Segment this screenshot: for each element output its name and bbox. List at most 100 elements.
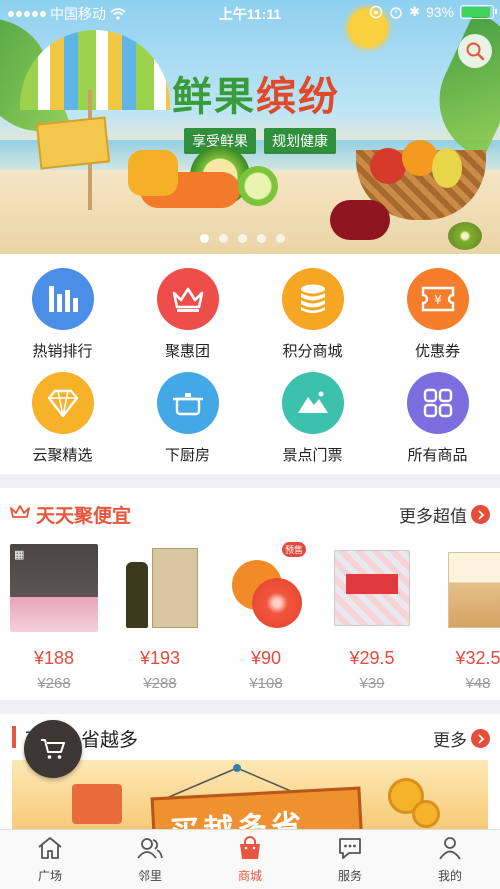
candy-bag-icon xyxy=(328,544,416,632)
tab-label: 商城 xyxy=(237,869,262,883)
deals-more-link[interactable]: 更多超值 xyxy=(399,502,490,527)
tab-label: 广场 xyxy=(37,869,62,883)
people-icon xyxy=(137,838,163,859)
chat-bubble-icon xyxy=(339,838,361,859)
battery-percent: 93% xyxy=(425,4,454,20)
banner-title-part2: 缤纷 xyxy=(256,75,340,119)
buy-more-banner[interactable]: 买越多省 xyxy=(12,760,488,834)
product-original-price: ¥48 xyxy=(465,675,491,692)
flower-box-icon: ▦ xyxy=(10,544,98,632)
chevron-right-icon xyxy=(471,729,490,748)
coupon-icon: ¥ xyxy=(421,286,454,312)
tab-plaza[interactable]: 广场 xyxy=(0,830,100,889)
floating-cart-button[interactable] xyxy=(24,720,82,778)
deals-header: 天天聚便宜 更多超值 xyxy=(0,488,500,536)
home-icon xyxy=(38,837,62,859)
crown-icon xyxy=(172,287,203,312)
status-bar: 中国移动 上午11:11 ✱ 93% xyxy=(0,0,500,24)
tab-label: 服务 xyxy=(337,869,362,883)
product-brand-mark: ▦ xyxy=(14,549,25,561)
category-group-deal[interactable]: 聚惠团 xyxy=(125,268,250,361)
category-grid: 热销排行 聚惠团 积分商城 ¥ 优惠券 云聚精选 下厨房 景点门票 所有商品 xyxy=(0,254,500,474)
diamond-icon xyxy=(47,389,78,418)
palm-leaf-right xyxy=(419,11,500,159)
kiwi-image xyxy=(448,222,482,250)
pear-image xyxy=(432,148,462,188)
category-label: 下厨房 xyxy=(164,447,210,464)
category-hot-sales[interactable]: 热销排行 xyxy=(0,268,125,361)
mango-image xyxy=(128,150,178,196)
coin-stack-icon xyxy=(300,284,325,313)
deals-title: 天天聚便宜 xyxy=(36,506,132,527)
mountain-icon xyxy=(297,391,328,413)
grid-icon xyxy=(423,388,452,418)
grapefruit-icon: 预售 xyxy=(222,542,310,632)
cereal-box-icon xyxy=(434,544,500,632)
shopping-bag-icon xyxy=(240,836,260,859)
pager-dot[interactable] xyxy=(238,234,247,243)
product-card[interactable]: ¥193 ¥288 xyxy=(110,544,210,692)
product-card[interactable]: ¥29.5 ¥39 xyxy=(322,544,422,692)
category-label: 优惠券 xyxy=(414,343,460,360)
product-original-price: ¥268 xyxy=(37,675,71,692)
category-label: 积分商城 xyxy=(282,343,343,360)
promo-banner[interactable]: 鲜果缤纷 享受鲜果 规划健康 xyxy=(0,0,500,254)
cherries-image xyxy=(330,200,390,240)
svg-text:¥: ¥ xyxy=(434,293,442,307)
product-card[interactable]: ▦ ¥188 ¥268 xyxy=(4,544,104,692)
pager-dot[interactable] xyxy=(200,234,209,243)
person-icon xyxy=(439,837,461,860)
oil-bottle-icon xyxy=(116,544,204,632)
tab-label: 我的 xyxy=(437,869,462,883)
product-original-price: ¥288 xyxy=(143,675,177,692)
apple-image xyxy=(370,148,406,184)
pager-dot[interactable] xyxy=(257,234,266,243)
chevron-right-icon xyxy=(471,505,490,524)
product-card[interactable]: 预售 ¥90 ¥108 xyxy=(216,542,316,692)
beach-sign-image xyxy=(35,116,111,170)
tab-mall[interactable]: 商城 xyxy=(200,830,300,889)
bar-chart-icon xyxy=(48,286,78,312)
pager-dot[interactable] xyxy=(276,234,285,243)
category-label: 云聚精选 xyxy=(32,447,93,464)
banner-title-part1: 鲜果 xyxy=(172,75,256,119)
category-all-products[interactable]: 所有商品 xyxy=(375,372,500,465)
category-tickets[interactable]: 景点门票 xyxy=(250,372,375,465)
search-button[interactable] xyxy=(458,34,492,68)
product-price: ¥193 xyxy=(139,648,181,668)
product-original-price: ¥108 xyxy=(249,675,283,692)
category-kitchen[interactable]: 下厨房 xyxy=(125,372,250,465)
banner-tag-2: 规划健康 xyxy=(264,128,336,154)
product-price: ¥32.5 xyxy=(455,648,500,668)
pot-icon xyxy=(172,393,203,416)
category-label: 景点门票 xyxy=(282,447,343,464)
banner-pager[interactable] xyxy=(200,234,285,243)
pager-dot[interactable] xyxy=(219,234,228,243)
daily-deals-section: 天天聚便宜 更多超值 ▦ ¥188 ¥268 ¥193 ¥288 预售 ¥90 … xyxy=(0,488,500,700)
buy-more-banner-text: 买越多省 xyxy=(168,809,307,834)
battery-icon xyxy=(460,5,497,19)
category-featured[interactable]: 云聚精选 xyxy=(0,372,125,465)
product-price: ¥29.5 xyxy=(349,648,395,668)
product-card[interactable]: ¥32.5 ¥48 xyxy=(428,544,500,692)
presale-badge: 预售 xyxy=(281,542,306,557)
tab-services[interactable]: 服务 xyxy=(300,830,400,889)
tab-neighbors[interactable]: 邻里 xyxy=(100,830,200,889)
search-icon xyxy=(466,42,485,61)
buy-more-link[interactable]: 更多 xyxy=(433,726,490,751)
section-accent-bar xyxy=(12,726,16,748)
alarm-icon xyxy=(390,7,402,19)
category-label: 所有商品 xyxy=(407,447,468,464)
product-original-price: ¥39 xyxy=(359,675,385,692)
category-coupons[interactable]: ¥ 优惠券 xyxy=(375,268,500,361)
lime-image xyxy=(238,166,278,206)
category-label: 聚惠团 xyxy=(164,343,210,360)
product-price: ¥188 xyxy=(33,648,75,668)
bluetooth-icon: ✱ xyxy=(409,4,420,19)
deals-more-label: 更多超值 xyxy=(399,507,467,526)
cart-icon xyxy=(41,739,65,759)
tab-mine[interactable]: 我的 xyxy=(400,830,500,889)
banner-title: 鲜果缤纷 享受鲜果 规划健康 xyxy=(172,64,340,154)
category-points-mall[interactable]: 积分商城 xyxy=(250,268,375,361)
product-price: ¥90 xyxy=(250,648,282,668)
